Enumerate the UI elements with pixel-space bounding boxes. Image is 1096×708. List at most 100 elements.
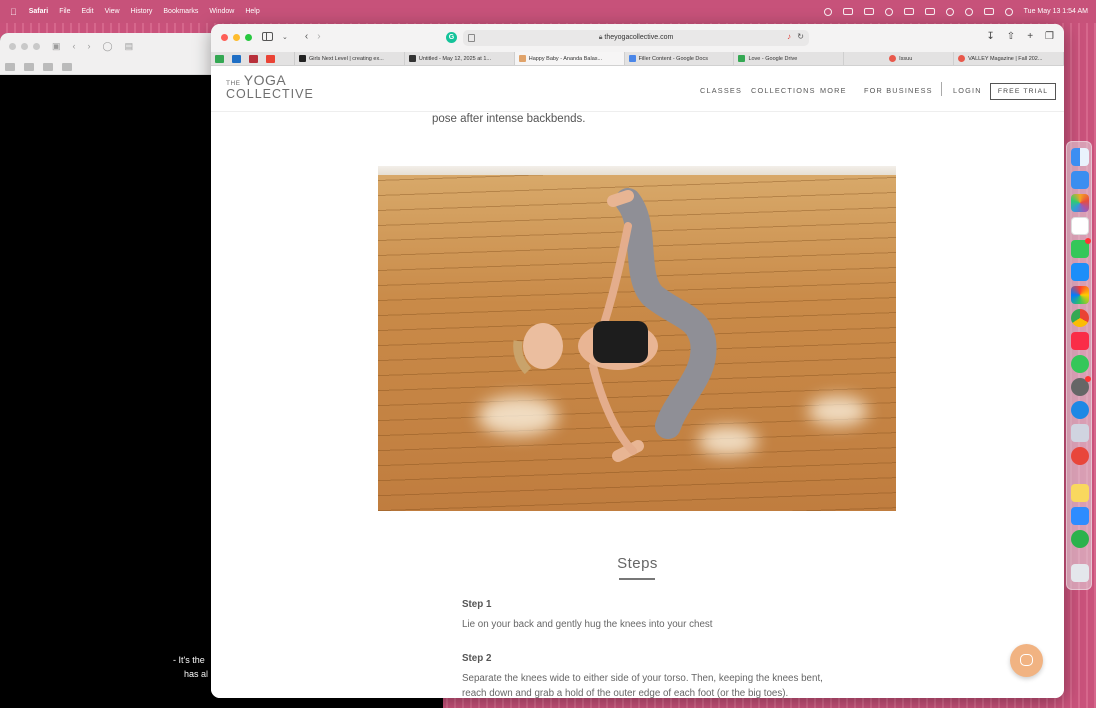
chrome-icon[interactable] [1071, 309, 1089, 327]
finder-icon[interactable] [1071, 148, 1089, 166]
shield-icon[interactable]: ◯ [103, 41, 113, 52]
tab-label: Filler Content - Google Docs [638, 55, 708, 62]
battery-icon[interactable] [924, 8, 935, 15]
gmail-pinned-icon[interactable] [266, 54, 275, 63]
notes-icon[interactable] [1071, 484, 1089, 502]
tab-label: Love - Google Drive [748, 55, 798, 62]
tab[interactable]: Filler Content - Google Docs [625, 52, 735, 65]
minimize-window-icon[interactable] [233, 34, 240, 41]
tab-favicon-icon [299, 55, 306, 62]
pinned-tab-icon[interactable] [24, 63, 34, 71]
tab[interactable]: VALLEY Magazine | Fall 202... [954, 52, 1064, 65]
steps-underline [619, 578, 655, 580]
sidebar-toggle-icon[interactable] [262, 32, 273, 41]
nav-collections[interactable]: COLLECTIONS [751, 86, 816, 95]
outlook-pinned-icon[interactable] [232, 54, 241, 63]
iphone-mirroring-icon[interactable] [1071, 424, 1089, 442]
menu-clock[interactable]: Tue May 13 1:54 AM [1024, 8, 1088, 15]
background-window-traffic-lights[interactable] [9, 43, 40, 50]
forward-icon[interactable]: › [88, 41, 91, 52]
record-icon[interactable] [823, 7, 832, 16]
new-tab-icon[interactable]: + [1027, 31, 1033, 42]
tab[interactable]: Untitled - May 12, 2025 at 1... [405, 52, 515, 65]
trash-icon[interactable] [1071, 564, 1089, 582]
reader-icon[interactable]: ▤ [125, 41, 134, 52]
tab-active[interactable]: Happy Baby - Ananda Balas... [514, 52, 625, 65]
car-icon[interactable] [903, 8, 914, 15]
browser-toolbar: ⌄ ‹ › G 🔒︎ theyogacollective.com ♪ ↻ ↧ ⇧ … [211, 24, 1064, 52]
nav-for-business[interactable]: FOR BUSINESS [864, 86, 933, 95]
camo-icon[interactable] [1071, 530, 1089, 548]
safari-icon[interactable] [1071, 401, 1089, 419]
pen-icon[interactable] [842, 8, 853, 15]
photos-icon[interactable] [1071, 194, 1089, 212]
tab-favicon-icon [738, 55, 746, 62]
audio-playing-icon[interactable]: ♪ [787, 32, 791, 41]
url-text[interactable]: theyogacollective.com [604, 34, 673, 41]
menu-help[interactable]: Help [245, 8, 259, 15]
nav-classes[interactable]: CLASSES [700, 86, 742, 95]
background-window-toolbar-icons: ▣ ‹ › ◯ ▤ [52, 41, 133, 52]
close-window-icon[interactable] [221, 34, 228, 41]
menu-history[interactable]: History [131, 8, 153, 15]
launchpad-icon[interactable] [1071, 286, 1089, 304]
google-drive-pinned-icon[interactable] [215, 54, 224, 63]
siri-icon[interactable] [1004, 7, 1013, 16]
chat-support-button[interactable] [1010, 644, 1043, 677]
messages-icon[interactable] [1071, 355, 1089, 373]
nav-login[interactable]: LOGIN [953, 86, 982, 95]
chevron-down-icon[interactable]: ⌄ [282, 33, 288, 41]
music-icon[interactable] [1071, 332, 1089, 350]
app-store-icon[interactable] [1071, 263, 1089, 281]
zoom-window-icon[interactable] [245, 34, 252, 41]
back-icon[interactable]: ‹ [305, 31, 308, 42]
traffic-lights [221, 34, 252, 41]
free-trial-button[interactable]: FREE TRIAL [990, 83, 1056, 100]
back-icon[interactable]: ‹ [73, 41, 76, 52]
reload-icon[interactable]: ↻ [797, 32, 804, 41]
wifi-icon[interactable] [945, 7, 954, 16]
menu-window[interactable]: Window [209, 8, 234, 15]
share-icon[interactable]: ⇧ [1007, 31, 1015, 42]
forward-icon[interactable]: › [317, 31, 320, 42]
subtitle-line: - It's the [173, 655, 205, 665]
pinned-tab-icon[interactable] [43, 63, 53, 71]
tab-label: Happy Baby - Ananda Balas... [528, 55, 603, 62]
step-1-text: Lie on your back and gently hug the knee… [462, 619, 713, 630]
tab[interactable]: Love - Google Drive [734, 52, 845, 65]
pinned-tab-icon[interactable] [5, 63, 15, 71]
menu-app-safari[interactable]: Safari [29, 8, 48, 15]
display-icon[interactable] [863, 8, 874, 15]
calendar-pinned-icon[interactable] [249, 54, 258, 63]
video-subtitle: - It's the has al [173, 653, 208, 681]
pose-photo [378, 166, 896, 511]
freeform-icon[interactable] [1071, 217, 1089, 235]
apple-menu-icon[interactable]:  [10, 7, 17, 17]
facetime-icon[interactable] [1071, 238, 1091, 258]
zoom-icon[interactable] [1071, 507, 1089, 525]
step-2-text: Separate the knees wide to either side o… [462, 673, 823, 698]
menu-view[interactable]: View [105, 8, 120, 15]
menu-bookmarks[interactable]: Bookmarks [163, 8, 198, 15]
grammarly-extension-icon[interactable]: G [446, 32, 457, 43]
site-logo[interactable]: THE YOGA COLLECTIVE [226, 73, 314, 100]
tab[interactable]: Issuu [844, 52, 955, 65]
system-settings-icon[interactable] [1071, 376, 1091, 396]
address-bar[interactable]: 🔒︎ theyogacollective.com ♪ ↻ [463, 30, 809, 46]
tab-overview-icon[interactable]: ❐ [1045, 31, 1054, 42]
mindnode-icon[interactable] [1071, 447, 1089, 465]
downloads-icon[interactable]: ↧ [986, 31, 994, 42]
subtitle-line: has al [184, 669, 209, 679]
control-center-icon[interactable] [983, 8, 994, 15]
status-menus: Tue May 13 1:54 AM [823, 0, 1088, 23]
search-icon[interactable] [964, 7, 973, 16]
pinned-tab-icon[interactable] [62, 63, 72, 71]
menu-edit[interactable]: Edit [82, 8, 94, 15]
timer-icon[interactable] [884, 7, 893, 16]
steps-heading: Steps [617, 555, 658, 572]
menu-file[interactable]: File [59, 8, 70, 15]
nav-more[interactable]: MORE [820, 86, 847, 95]
sidebar-icon[interactable]: ▣ [52, 41, 61, 52]
mail-icon[interactable] [1071, 171, 1089, 189]
tab[interactable]: Girls Next Level | creating ex... [295, 52, 405, 65]
